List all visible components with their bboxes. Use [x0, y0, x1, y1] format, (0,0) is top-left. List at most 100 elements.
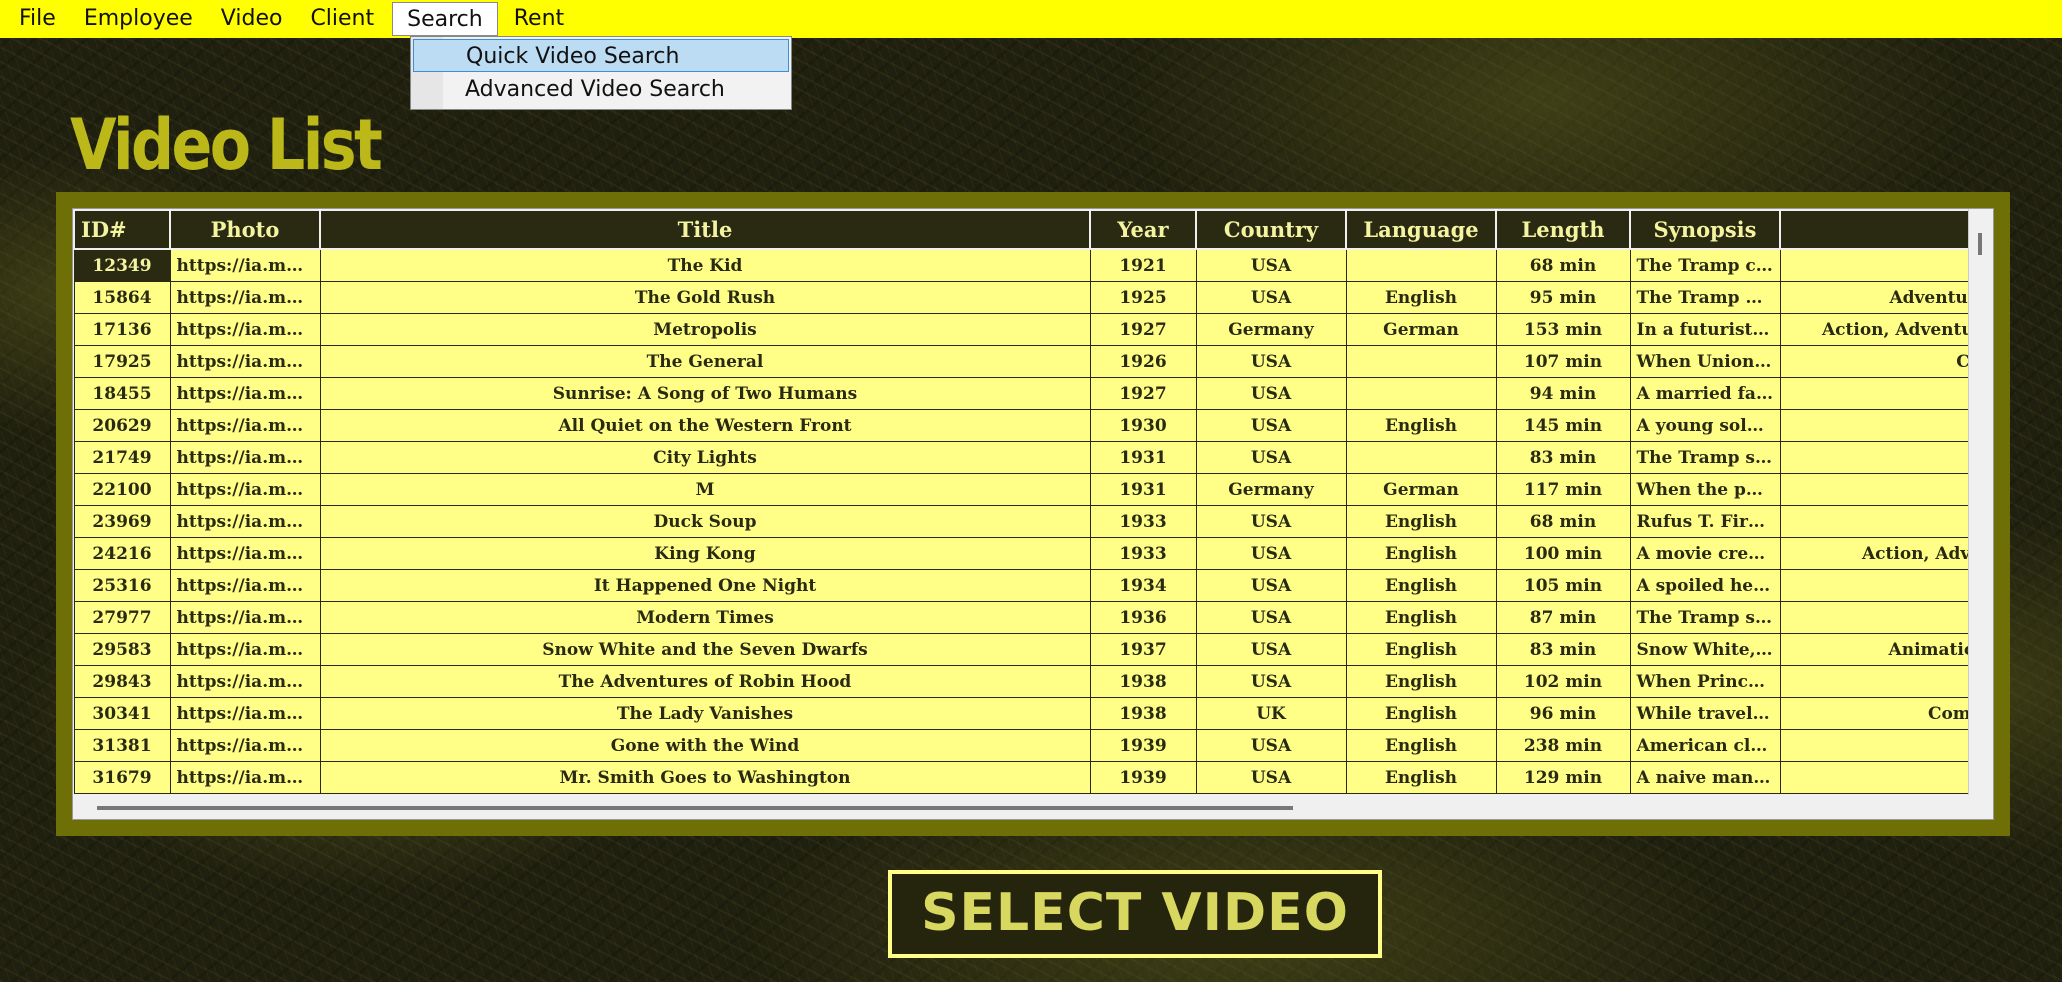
cell-country[interactable]: USA [1195, 569, 1347, 602]
cell-genre[interactable] [1779, 729, 1969, 762]
cell-photo[interactable]: https://ia.me… [169, 345, 321, 378]
cell-id[interactable]: 29583 [73, 633, 171, 666]
table-row[interactable]: 23969 https://ia.me… Duck Soup 1933 USA Engli… [73, 505, 1969, 538]
column-header-language[interactable]: Language [1345, 209, 1497, 250]
table-row[interactable]: 21749 https://ia.me… City Lights 1931 USA 83 … [73, 441, 1969, 474]
advanced-video-search-item[interactable]: Advanced Video Search [413, 73, 789, 106]
cell-year[interactable]: 1933 [1089, 505, 1197, 538]
cell-id[interactable]: 27977 [73, 601, 171, 634]
cell-photo[interactable]: https://ia.me… [169, 729, 321, 762]
cell-language[interactable]: English [1345, 633, 1497, 666]
menu-search[interactable]: Search [392, 2, 498, 36]
cell-genre[interactable]: C [1779, 601, 1969, 634]
cell-length[interactable]: 117 min [1495, 473, 1631, 506]
cell-year[interactable]: 1939 [1089, 729, 1197, 762]
cell-id[interactable]: 17136 [73, 313, 171, 346]
table-row[interactable]: 20629 https://ia.me… All Quiet on the West… [73, 409, 1969, 442]
cell-length[interactable]: 100 min [1495, 537, 1631, 570]
cell-synopsis[interactable]: While traveli… [1629, 697, 1781, 730]
table-row[interactable]: 29843 https://ia.me… The Adventures of Rob… [73, 665, 1969, 698]
cell-synopsis[interactable]: When Union … [1629, 345, 1781, 378]
cell-language[interactable]: English [1345, 761, 1497, 794]
cell-photo[interactable]: https://ia.me… [169, 377, 321, 410]
cell-year[interactable]: 1926 [1089, 345, 1197, 378]
menu-video[interactable]: Video [207, 2, 297, 36]
cell-language[interactable]: English [1345, 569, 1497, 602]
cell-title[interactable]: Metropolis [319, 313, 1091, 346]
cell-year[interactable]: 1930 [1089, 409, 1197, 442]
cell-photo[interactable]: https://ia.me… [169, 313, 321, 346]
table-row[interactable]: 30341 https://ia.me… The Lady Vanishes 1938… [73, 697, 1969, 730]
cell-title[interactable]: Modern Times [319, 601, 1091, 634]
cell-country[interactable]: USA [1195, 601, 1347, 634]
menu-client[interactable]: Client [296, 2, 388, 36]
cell-photo[interactable]: https://ia.me… [169, 505, 321, 538]
cell-year[interactable]: 1921 [1089, 248, 1197, 282]
cell-title[interactable]: The Adventures of Robin Hood [319, 665, 1091, 698]
cell-country[interactable]: USA [1195, 665, 1347, 698]
cell-length[interactable]: 153 min [1495, 313, 1631, 346]
cell-genre[interactable] [1779, 761, 1969, 794]
cell-photo[interactable]: https://ia.me… [169, 569, 321, 602]
cell-country[interactable]: USA [1195, 505, 1347, 538]
cell-synopsis[interactable]: A married far… [1629, 377, 1781, 410]
cell-genre[interactable] [1779, 409, 1969, 442]
table-row[interactable]: 29583 https://ia.me… Snow White and the Se… [73, 633, 1969, 666]
cell-synopsis[interactable]: A naive man… [1629, 761, 1781, 794]
column-header-country[interactable]: Country [1195, 209, 1347, 250]
cell-genre[interactable] [1779, 569, 1969, 602]
cell-genre[interactable]: Action, Adventure [1779, 313, 1969, 346]
cell-synopsis[interactable]: The Tramp st… [1629, 601, 1781, 634]
cell-synopsis[interactable]: American cla… [1629, 729, 1781, 762]
cell-photo[interactable]: https://ia.me… [169, 761, 321, 794]
cell-title[interactable]: The Lady Vanishes [319, 697, 1091, 730]
cell-length[interactable]: 83 min [1495, 633, 1631, 666]
cell-synopsis[interactable]: The Tramp st… [1629, 441, 1781, 474]
column-header-id[interactable]: ID# [73, 209, 171, 250]
cell-title[interactable]: Sunrise: A Song of Two Humans [319, 377, 1091, 410]
menu-file[interactable]: File [0, 2, 70, 36]
quick-video-search-item[interactable]: Quick Video Search [413, 39, 789, 72]
cell-synopsis[interactable]: The Tramp g… [1629, 281, 1781, 314]
column-header-year[interactable]: Year [1089, 209, 1197, 250]
cell-year[interactable]: 1931 [1089, 441, 1197, 474]
cell-length[interactable]: 87 min [1495, 601, 1631, 634]
cell-id[interactable]: 17925 [73, 345, 171, 378]
cell-genre[interactable]: Animation, [1779, 633, 1969, 666]
table-row[interactable]: 15864 https://ia.me… The Gold Rush 1925 USA E… [73, 281, 1969, 314]
cell-language[interactable] [1345, 441, 1497, 474]
table-row[interactable]: 31679 https://ia.me… Mr. Smith Goes to Was… [73, 761, 1969, 794]
cell-id[interactable]: 23969 [73, 505, 171, 538]
cell-title[interactable]: City Lights [319, 441, 1091, 474]
cell-genre[interactable] [1779, 505, 1969, 538]
cell-id[interactable]: 30341 [73, 697, 171, 730]
cell-id[interactable]: 21749 [73, 441, 171, 474]
cell-year[interactable]: 1939 [1089, 761, 1197, 794]
cell-genre[interactable]: Con [1779, 345, 1969, 378]
cell-country[interactable]: USA [1195, 409, 1347, 442]
cell-synopsis[interactable]: Snow White, … [1629, 633, 1781, 666]
cell-language[interactable]: English [1345, 537, 1497, 570]
table-row[interactable]: 24216 https://ia.me… King Kong 1933 USA Engli… [73, 537, 1969, 570]
cell-length[interactable]: 68 min [1495, 505, 1631, 538]
table-row[interactable]: 17136 https://ia.me… Metropolis 1927 Germany… [73, 313, 1969, 346]
cell-genre[interactable]: Adventure, [1779, 281, 1969, 314]
cell-synopsis[interactable]: A spoiled hei… [1629, 569, 1781, 602]
cell-genre[interactable] [1779, 248, 1969, 282]
select-video-button[interactable]: SELECT VIDEO [888, 870, 1382, 958]
cell-id[interactable]: 31381 [73, 729, 171, 762]
cell-title[interactable]: The Kid [319, 248, 1091, 282]
cell-country[interactable]: USA [1195, 633, 1347, 666]
table-row[interactable]: 18455 https://ia.me… Sunrise: A Song of Tw… [73, 377, 1969, 410]
cell-language[interactable]: German [1345, 473, 1497, 506]
cell-language[interactable] [1345, 248, 1497, 282]
cell-year[interactable]: 1937 [1089, 633, 1197, 666]
cell-language[interactable]: English [1345, 697, 1497, 730]
cell-country[interactable]: UK [1195, 697, 1347, 730]
cell-photo[interactable]: https://ia.me… [169, 601, 321, 634]
cell-id[interactable]: 25316 [73, 569, 171, 602]
cell-length[interactable]: 129 min [1495, 761, 1631, 794]
cell-length[interactable]: 105 min [1495, 569, 1631, 602]
cell-language[interactable]: English [1345, 281, 1497, 314]
column-header-photo[interactable]: Photo [169, 209, 321, 250]
